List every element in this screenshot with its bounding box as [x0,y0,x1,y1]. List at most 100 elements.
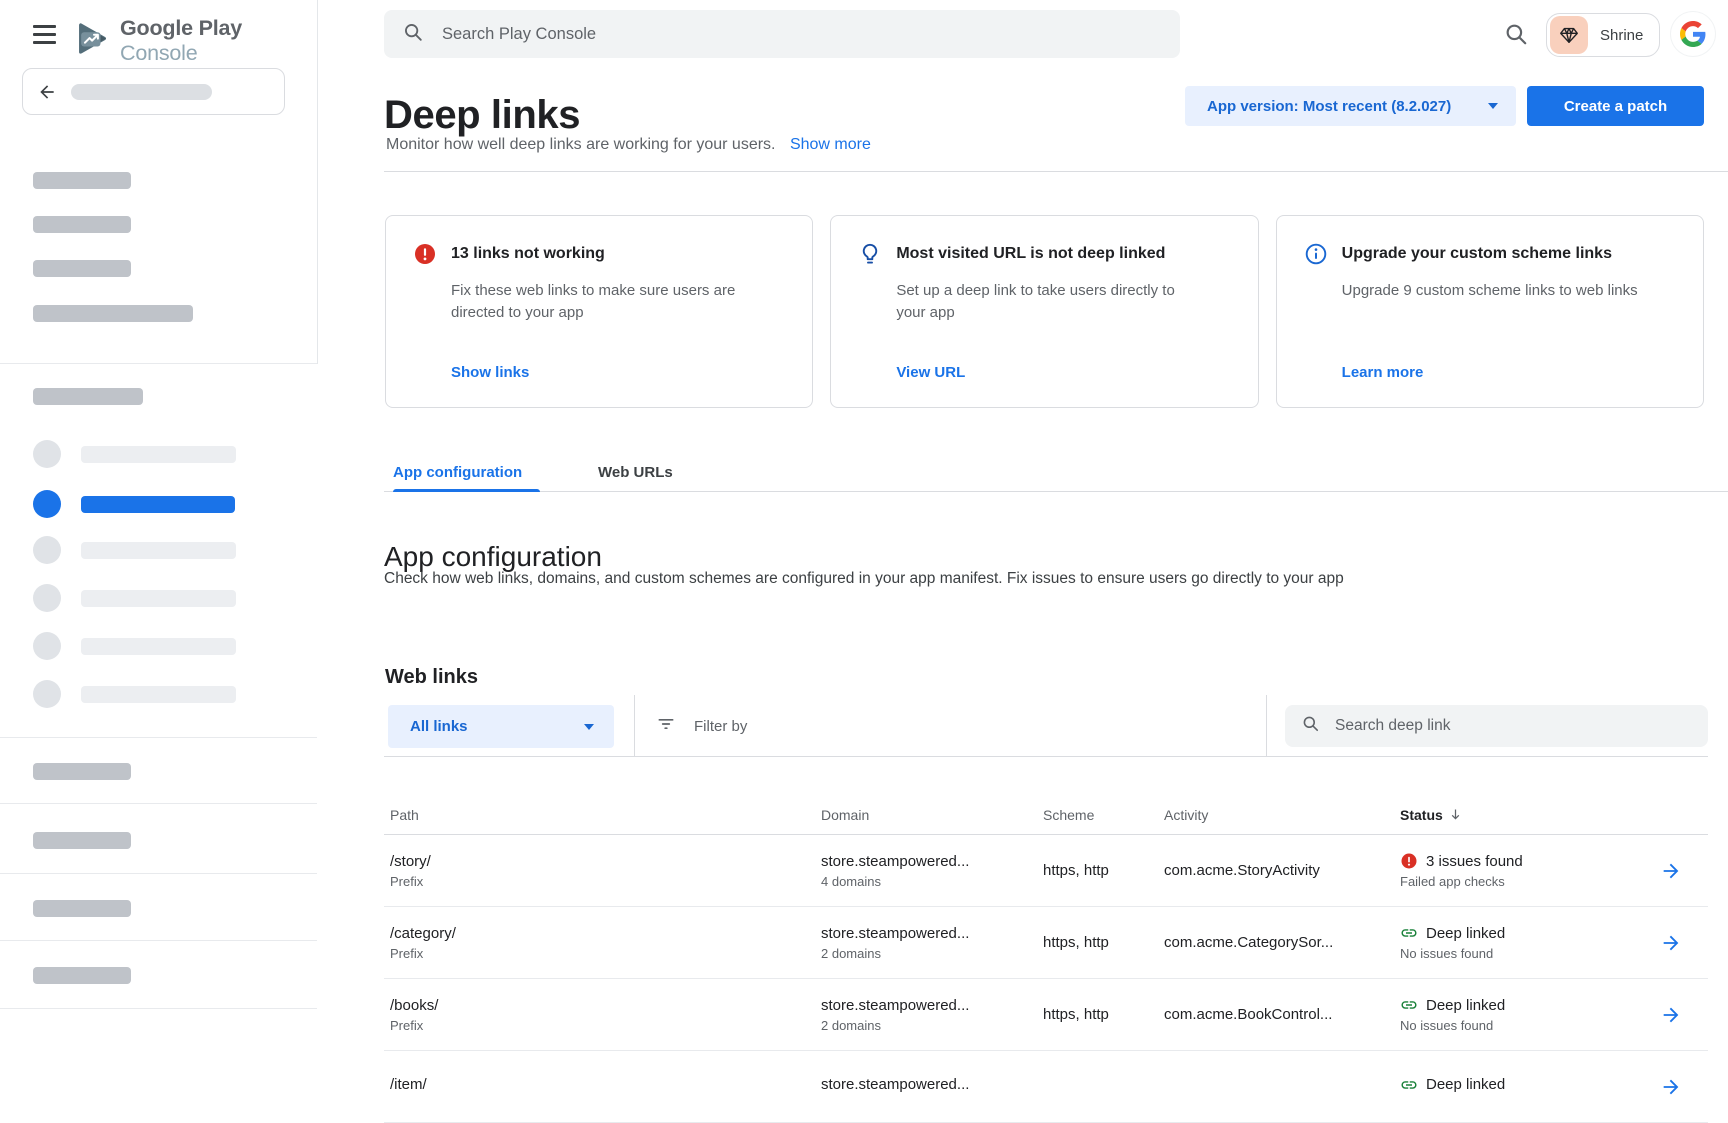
sidebar-skeleton-item[interactable] [33,260,131,277]
cell-scheme: https, http [1043,934,1164,951]
cell-domain: store.steampowered... [821,925,1043,942]
sidebar-divider [0,873,317,874]
play-console-logo-text: Google Play Console [120,16,318,66]
sidebar-item-icon-skeleton [33,680,61,708]
sidebar-section-skeleton[interactable] [33,388,143,405]
search-icon [402,21,424,48]
card-title: 13 links not working [451,242,605,263]
table-row[interactable]: /story/Prefix store.steampowered...4 dom… [384,835,1708,907]
left-nav-sidebar: Google Play Console [0,0,318,1080]
sidebar-section-skeleton[interactable] [33,967,131,984]
error-icon [413,242,437,266]
search-icon [1301,714,1320,738]
card-body: Set up a deep link to take users directl… [896,280,1196,324]
cell-path: /story/ [390,853,821,870]
link-icon [1400,1076,1418,1094]
tab-bar: App configuration Web URLs [384,462,1728,492]
active-tab-underline [393,489,540,492]
sidebar-section-skeleton[interactable] [33,763,131,780]
global-search-input[interactable] [440,24,1162,45]
global-search-bar[interactable] [384,10,1180,58]
sidebar-item-icon-skeleton [33,632,61,660]
sidebar-menu-item[interactable] [81,686,236,703]
table-row[interactable]: /category/Prefix store.steampowered...2 … [384,907,1708,979]
row-arrow-icon[interactable] [1660,932,1682,954]
sidebar-divider [0,737,317,738]
sidebar-divider [0,803,317,804]
cell-scheme: https, http [1043,1006,1164,1023]
cell-activity: com.acme.StoryActivity [1164,862,1400,879]
sidebar-skeleton-item[interactable] [33,305,193,322]
column-header-domain: Domain [821,807,1043,823]
play-console-logo[interactable]: Google Play Console [74,16,318,66]
sidebar-menu-item[interactable] [81,542,236,559]
app-version-dropdown[interactable]: App version: Most recent (8.2.027) [1185,86,1516,126]
google-g-icon [1680,21,1706,47]
table-header-row: Path Domain Scheme Activity Status [384,795,1708,835]
create-patch-button[interactable]: Create a patch [1527,86,1704,126]
chevron-down-icon [1488,103,1498,109]
error-icon [1400,852,1418,870]
sidebar-item-icon-skeleton [33,584,61,612]
filter-by-button[interactable]: Filter by [656,695,747,757]
row-arrow-icon[interactable] [1660,860,1682,882]
sidebar-section-skeleton[interactable] [33,900,131,917]
app-selector-chip[interactable]: Shrine [1546,13,1660,57]
link-icon [1400,996,1418,1014]
cell-scheme: https, http [1043,862,1164,879]
sidebar-menu-item[interactable] [81,638,236,655]
column-header-scheme: Scheme [1043,807,1164,823]
tab-web-urls[interactable]: Web URLs [598,464,673,481]
play-console-logo-icon [74,20,111,62]
cell-domain: store.steampowered... [821,997,1043,1014]
web-links-heading: Web links [385,666,478,689]
deep-link-search[interactable] [1285,705,1708,747]
link-icon [1400,924,1418,942]
show-more-link[interactable]: Show more [790,136,871,153]
table-row[interactable]: /books/Prefix store.steampowered...2 dom… [384,979,1708,1051]
card-body: Fix these web links to make sure users a… [451,280,751,324]
menu-icon[interactable] [33,25,56,44]
cell-domain: store.steampowered... [821,1076,1043,1093]
sidebar-divider [0,1008,317,1009]
cell-domain: store.steampowered... [821,853,1043,870]
cell-activity: com.acme.CategorySor... [1164,934,1400,951]
sidebar-item-icon-skeleton [33,536,61,564]
header-divider [384,171,1728,172]
section-description: Check how web links, domains, and custom… [384,570,1344,588]
page-title: Deep links [384,93,580,138]
sidebar-skeleton-item[interactable] [33,216,131,233]
chevron-down-icon [584,724,594,730]
web-links-table: Path Domain Scheme Activity Status /stor… [384,795,1708,1123]
sidebar-menu-item[interactable] [81,590,236,607]
sidebar-divider [0,363,317,364]
row-arrow-icon[interactable] [1660,1076,1682,1098]
sidebar-menu-item[interactable] [81,446,236,463]
card-most-visited-url: Most visited URL is not deep linked Set … [830,215,1258,408]
sort-descending-icon [1448,807,1463,822]
show-links-link[interactable]: Show links [451,364,529,381]
google-account-avatar[interactable] [1671,12,1715,56]
shrine-app-icon [1550,16,1588,54]
back-arrow-icon [37,82,57,102]
sidebar-skeleton-item[interactable] [33,172,131,189]
sidebar-divider [0,940,317,941]
sidebar-section-skeleton[interactable] [33,832,131,849]
column-header-status[interactable]: Status [1400,807,1660,823]
cell-path: /item/ [390,1076,821,1093]
view-url-link[interactable]: View URL [896,364,965,381]
row-arrow-icon[interactable] [1660,1004,1682,1026]
cell-status: Deep linked [1400,1076,1660,1098]
page-subtitle: Monitor how well deep links are working … [386,136,871,154]
deep-link-search-input[interactable] [1333,716,1692,736]
learn-more-link[interactable]: Learn more [1342,364,1424,381]
search-icon[interactable] [1503,21,1529,47]
links-filter-dropdown[interactable]: All links [388,705,614,748]
back-button[interactable] [22,68,285,115]
cell-activity: com.acme.BookControl... [1164,1006,1400,1023]
sidebar-menu-item-selected[interactable] [81,496,235,513]
cell-path: /books/ [390,997,821,1014]
card-body: Upgrade 9 custom scheme links to web lin… [1342,280,1642,302]
table-row[interactable]: /item/ store.steampowered... Deep linked [384,1051,1708,1123]
tab-app-configuration[interactable]: App configuration [393,464,522,481]
